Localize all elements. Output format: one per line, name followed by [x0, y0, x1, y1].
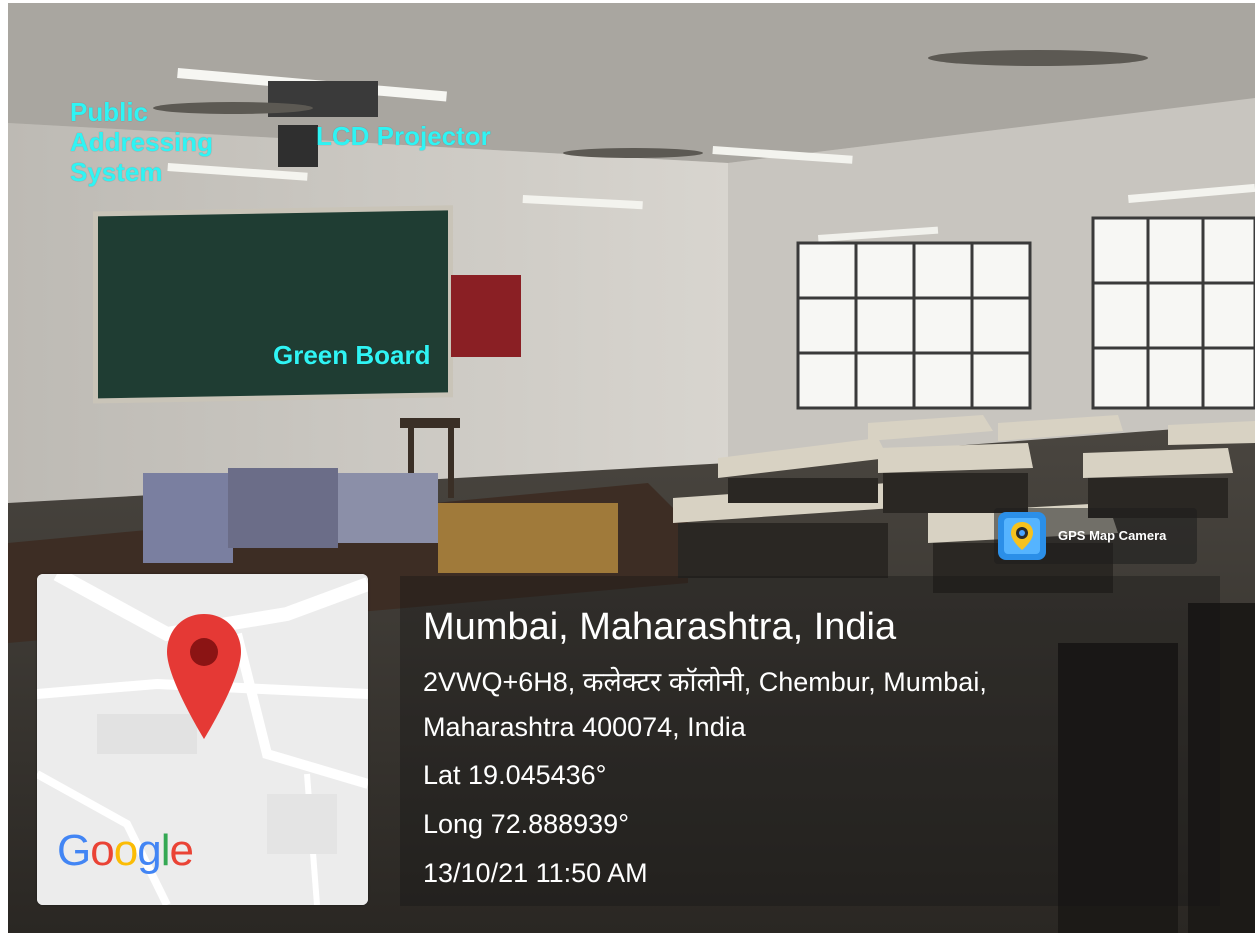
photo-stage: Public Addressing System LCD Projector G…	[0, 0, 1255, 936]
location-title: Mumbai, Maharashtra, India	[423, 606, 897, 648]
address-line-1: 2VWQ+6H8, कलेक्टर कॉलोनी, Chembur, Mumba…	[423, 667, 987, 697]
annotation-pa-system: Public Addressing System	[70, 97, 214, 187]
annotation-lcd-projector: LCD Projector	[316, 121, 491, 151]
map-camera-icon	[998, 512, 1046, 560]
longitude: Long 72.888939°	[423, 809, 629, 839]
latitude: Lat 19.045436°	[423, 760, 607, 790]
datetime: 13/10/21 11:50 AM	[423, 858, 648, 888]
address-line-2: Maharashtra 400074, India	[423, 712, 746, 742]
gps-map-camera-label: GPS Map Camera	[1058, 528, 1167, 543]
google-logo: Google	[57, 826, 194, 875]
gps-map-camera-badge: GPS Map Camera	[994, 508, 1197, 564]
map-thumbnail: Google	[37, 574, 368, 905]
annotation-green-board: Green Board	[273, 340, 431, 370]
location-info-panel: Mumbai, Maharashtra, India 2VWQ+6H8, कले…	[400, 576, 1220, 906]
